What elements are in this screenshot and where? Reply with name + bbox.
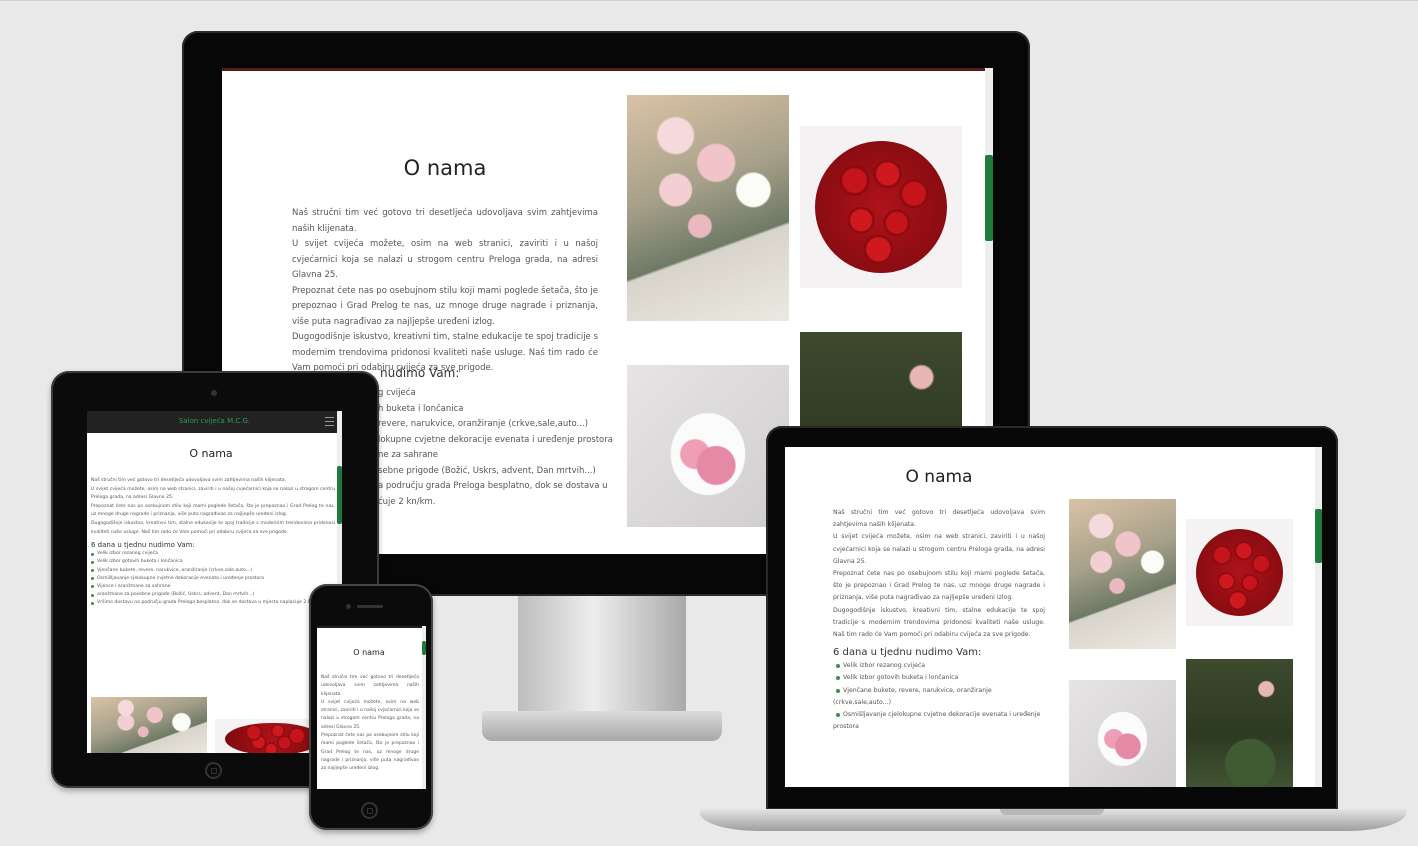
home-button-icon[interactable] — [361, 802, 378, 819]
service-item: Osmišljavanje cjelokupne cvjetne dekorac… — [91, 575, 335, 583]
laptop-screen: O nama Naš stručni tim već gotovo tri de… — [785, 447, 1322, 787]
phone-screen: O nama Naš stručni tim već gotovo tri de… — [317, 626, 426, 789]
about-paragraph: U svijet cvijeća možete, osim na web str… — [833, 533, 1045, 565]
desktop-top-strip — [222, 68, 993, 71]
about-paragraph: Prepoznat ćete nas po osebujnom stilu ko… — [91, 503, 335, 518]
home-button-icon[interactable] — [205, 762, 222, 779]
page-title: O nama — [189, 447, 233, 460]
services-subheading: 6 dana u tjednu nudimo Vam: — [833, 647, 982, 659]
service-item: Velik izbor rezanog cvijeća — [91, 550, 335, 558]
page-title: O nama — [905, 467, 973, 487]
about-paragraph: Prepoznat ćete nas po osebujnom stilu ko… — [321, 733, 419, 772]
red-roses-photo — [1186, 519, 1293, 626]
red-roses-photo — [800, 126, 962, 288]
services-subheading-partial: nudimo Vam: — [380, 366, 460, 380]
scrollbar-thumb[interactable] — [985, 155, 993, 241]
service-item: Velik izbor gotovih buketa i lončanica — [91, 558, 335, 566]
about-paragraph: Dugogodišnje iskustvo, kreativni tim, st… — [833, 606, 1045, 639]
service-item: h buketa i lončanica — [378, 402, 600, 418]
laptop-notch — [1000, 809, 1104, 815]
peony-bouquet-photo — [1069, 680, 1176, 787]
about-paragraph: U svijet cvijeća možete, osim na web str… — [321, 699, 419, 730]
about-paragraph: Naš stručni tim već gotovo tri desetljeć… — [833, 509, 1045, 529]
about-paragraph: U svijet cvijeća možete, osim na web str… — [91, 486, 335, 501]
about-paragraph: Prepoznat ćete nas po osebujnom stilu ko… — [833, 570, 1045, 602]
service-item: Velik izbor gotovih buketa i lončanica — [833, 672, 1045, 684]
carnations-photo — [1069, 499, 1176, 649]
carnations-photo — [91, 697, 207, 753]
desktop-stand-base — [482, 711, 722, 741]
about-paragraph: Naš stručni tim već gotovo tri desetljeć… — [321, 675, 419, 697]
desktop-stand-neck — [518, 596, 686, 714]
about-text: Naš stručni tim već gotovo tri desetljeć… — [292, 206, 598, 377]
service-item: aranžmane za posebne prigode (Božić, Usk… — [91, 591, 335, 599]
hamburger-menu-icon[interactable] — [325, 417, 334, 426]
service-item: Vjenčane bukete, revere, narukvice, oran… — [91, 567, 335, 575]
service-item: g cvijeća — [378, 386, 600, 402]
about-text: Naš stručni tim već gotovo tri desetljeć… — [91, 477, 335, 608]
service-item: revere, narukvice, oranžiranje (crkve,sa… — [378, 417, 600, 433]
laptop-scrollbar[interactable] — [1315, 447, 1322, 787]
phone-speaker — [357, 605, 383, 608]
service-item: ne za sahrane — [378, 448, 600, 464]
service-item: Osmišljavanje cjelokupne cvjetne dekorac… — [833, 709, 1045, 733]
about-paragraph: Naš stručni tim već gotovo tri desetljeć… — [292, 208, 598, 234]
page-title: O nama — [403, 156, 487, 180]
service-item: lokupne cvjetne dekoracije evenata i ure… — [378, 433, 613, 449]
about-paragraph: Prepoznat ćete nas po osebujnom stilu ko… — [292, 285, 598, 327]
service-item: Velik izbor rezanog cvijeća — [833, 660, 1045, 672]
services-subheading: 6 dana u tjednu nudimo Vam: — [91, 541, 195, 550]
scrollbar-thumb[interactable] — [1315, 509, 1322, 563]
about-text: Naš stručni tim već gotovo tri desetljeć… — [833, 507, 1045, 733]
navbar: Salon cvijeća M.C.G. — [87, 411, 342, 433]
service-item: Vijence i aranžmane za sahrane — [91, 583, 335, 591]
carnations-photo — [627, 95, 789, 321]
scrollbar-thumb[interactable] — [337, 466, 342, 524]
tablet-screen: Salon cvijeća M.C.G. O nama Naš stručni … — [87, 411, 342, 753]
service-item: sebne prigode (Božić, Uskrs, advent, Dan… — [378, 464, 600, 480]
about-paragraph: Naš stručni tim već gotovo tri desetljeć… — [91, 478, 287, 483]
services-list: Velik izbor rezanog cvijeća Velik izbor … — [91, 550, 335, 607]
brand-logo[interactable]: Salon cvijeća M.C.G. — [87, 417, 342, 425]
service-item: Vjenčane bukete, revere, narukvice, oran… — [833, 685, 1045, 709]
service-item: ćuje 2 kn/km. — [378, 495, 600, 511]
scrollbar-thumb[interactable] — [422, 641, 426, 655]
about-paragraph: Dugogodišnje iskustvo, kreativni tim, st… — [91, 520, 335, 535]
service-item: a području grada Preloga besplatno, dok … — [378, 479, 608, 495]
tablet-camera — [211, 390, 217, 396]
florist-garden-photo — [1186, 659, 1293, 787]
phone-scrollbar[interactable] — [422, 626, 426, 789]
peony-bouquet-photo — [627, 365, 789, 527]
service-item: Vršimo dostavu na području grada Preloga… — [91, 599, 335, 607]
about-text: Naš stručni tim već gotovo tri desetljeć… — [321, 674, 419, 774]
device-mockup-stage: O nama Naš stručni tim već gotovo tri de… — [0, 0, 1418, 846]
services-list: Velik izbor rezanog cvijeća Velik izbor … — [833, 660, 1045, 733]
phone-top-strip — [317, 626, 426, 628]
services-list-partial: g cvijeća h buketa i lončanica revere, n… — [378, 386, 613, 511]
about-paragraph: U svijet cvijeća možete, osim na web str… — [292, 239, 598, 280]
phone-camera — [346, 604, 351, 609]
page-title: O nama — [353, 648, 385, 657]
